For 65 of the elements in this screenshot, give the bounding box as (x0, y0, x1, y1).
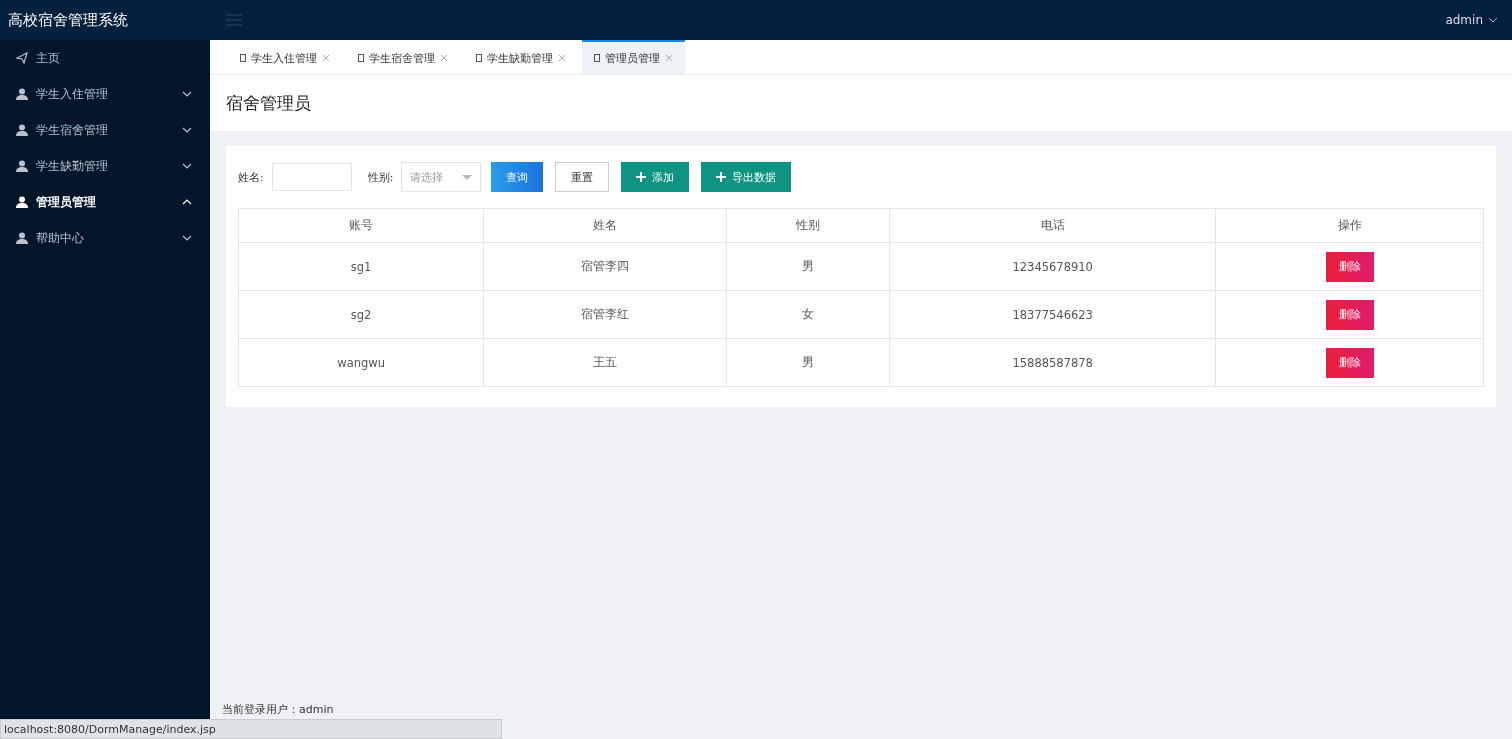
chevron-icon (182, 163, 192, 169)
chevron-icon (182, 91, 192, 97)
user-icon (16, 160, 28, 172)
caret-icon (1488, 17, 1498, 23)
tab[interactable]: 管理员管理 (582, 40, 685, 74)
column-header: 电话 (889, 208, 1216, 243)
table-cell: sg2 (238, 290, 484, 339)
plus-icon (716, 172, 727, 182)
sidebar-item[interactable]: 学生宿舍管理 (0, 112, 210, 148)
close-icon[interactable] (322, 54, 330, 62)
sidebar-item[interactable]: 主页 (0, 40, 210, 76)
close-icon[interactable] (558, 54, 566, 62)
user-icon (16, 124, 28, 136)
table-cell: wangwu (238, 338, 484, 387)
column-header: 性别 (726, 208, 890, 243)
user-icon (16, 196, 28, 208)
table-cell: sg1 (238, 242, 484, 291)
reset-button[interactable]: 重置 (555, 162, 610, 192)
page-icon (358, 54, 364, 62)
page-icon (594, 54, 600, 62)
sidebar-item[interactable]: 管理员管理 (0, 184, 210, 220)
page-icon (240, 54, 246, 62)
column-header: 账号 (238, 208, 484, 243)
chevron-icon (182, 235, 192, 241)
tab[interactable]: 学生缺勤管理 (464, 40, 578, 74)
delete-button[interactable]: 删除 (1325, 251, 1374, 282)
delete-button[interactable]: 删除 (1325, 347, 1374, 378)
table-cell: 15888587878 (889, 338, 1216, 387)
paper-plane-icon (16, 52, 28, 64)
table-cell: 男 (726, 338, 890, 387)
sidebar-item[interactable]: 学生缺勤管理 (0, 148, 210, 184)
field-label: 姓名: (238, 169, 264, 185)
app-title: 高校宿舍管理系统 (7, 10, 129, 30)
add-button[interactable]: 添加 (621, 162, 690, 192)
status-bar: localhost:8080/DormManage/index.jsp (0, 719, 502, 739)
plus-icon (636, 172, 647, 182)
table-cell: 宿管李红 (483, 290, 727, 339)
sidebar-item[interactable]: 学生入住管理 (0, 76, 210, 112)
table-cell: 女 (726, 290, 890, 339)
close-icon[interactable] (440, 54, 448, 62)
field-label: 性别: (367, 169, 394, 185)
column-header: 姓名 (483, 208, 727, 243)
name-field[interactable] (271, 163, 352, 191)
add-button[interactable]: 导出数据 (701, 162, 792, 192)
user-menu[interactable]: admin (1445, 13, 1498, 27)
chevron-icon (182, 127, 192, 133)
delete-button[interactable]: 删除 (1325, 299, 1374, 330)
page-title: 宿舍管理员 (226, 91, 311, 115)
table-cell: 12345678910 (889, 242, 1216, 291)
chevron-icon (182, 199, 192, 205)
table-cell: 男 (726, 242, 890, 291)
close-icon[interactable] (665, 54, 673, 62)
table-cell: 王五 (483, 338, 727, 387)
user-icon (16, 232, 28, 244)
sidebar-item[interactable]: 帮助中心 (0, 220, 210, 256)
tab[interactable]: 学生宿舍管理 (346, 40, 460, 74)
table-cell: 宿管李四 (483, 242, 727, 291)
tab[interactable]: 学生入住管理 (228, 40, 342, 74)
caret-icon (462, 174, 473, 180)
column-header: 操作 (1215, 208, 1484, 243)
page-icon (476, 54, 482, 62)
user-icon (16, 88, 28, 100)
table-cell: 18377546623 (889, 290, 1216, 339)
search-button[interactable]: 查询 (491, 162, 544, 192)
footer-text: 当前登录用户：admin (221, 702, 335, 717)
